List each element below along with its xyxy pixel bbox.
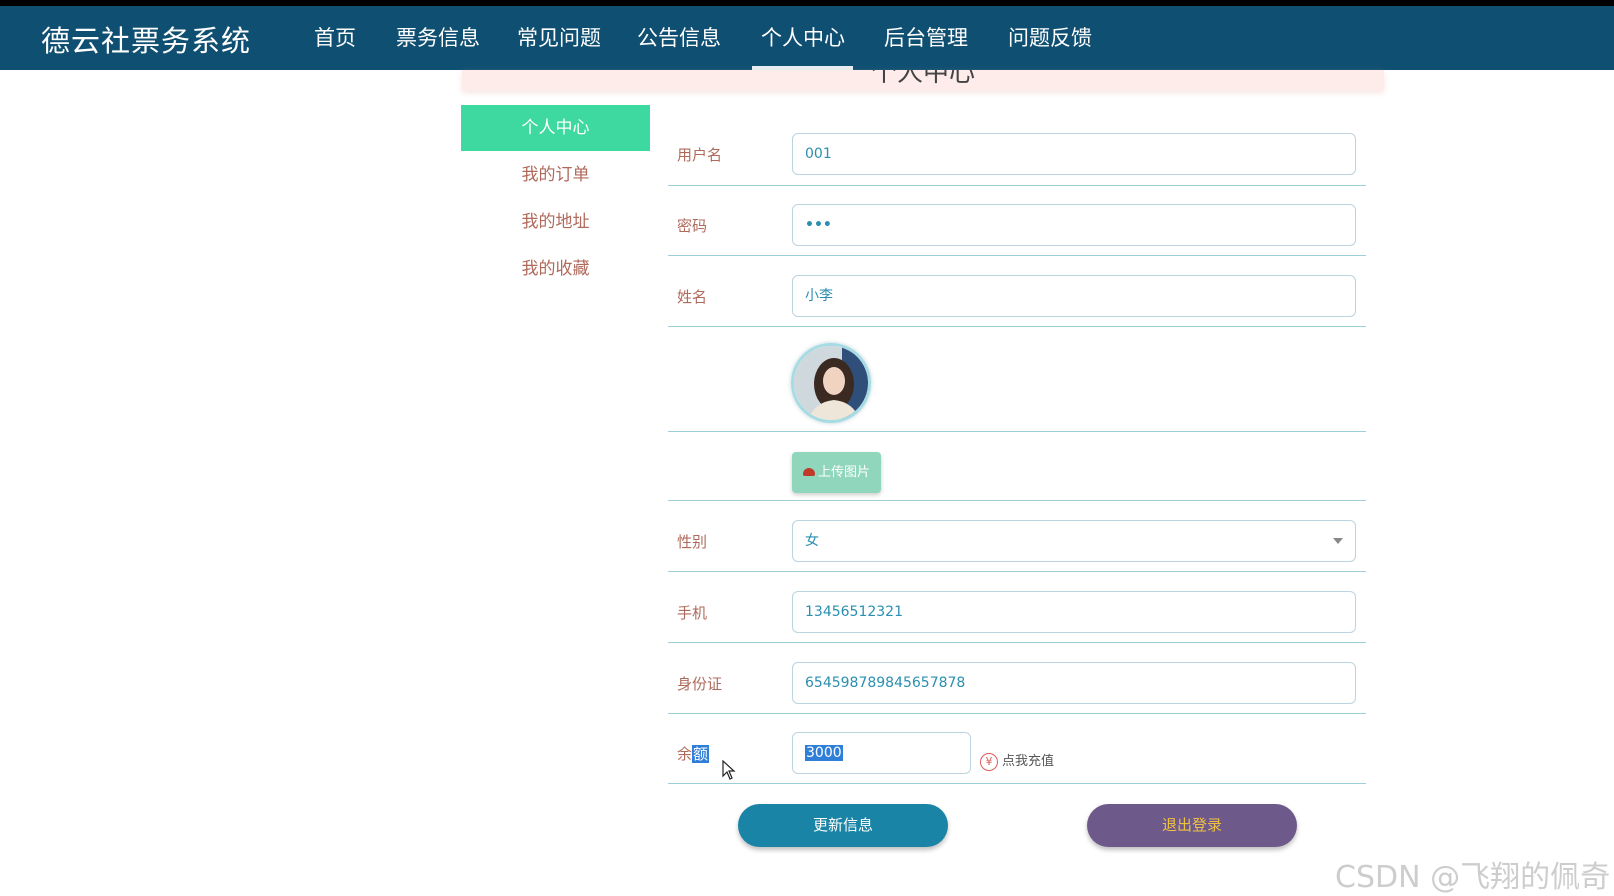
username-field[interactable]: 001 <box>792 133 1356 175</box>
gender-selected-value: 女 <box>805 533 819 549</box>
recharge-label: 点我充值 <box>1002 754 1055 769</box>
avatar-photo <box>794 346 868 420</box>
row-divider <box>668 185 1366 186</box>
username-label: 用户名 <box>677 146 723 164</box>
yen-coin-icon: ¥ <box>980 752 998 771</box>
update-info-button[interactable]: 更新信息 <box>738 804 948 847</box>
balance-value: 3000 <box>805 745 843 761</box>
nav-feedback[interactable]: 问题反馈 <box>1008 22 1092 52</box>
phone-label: 手机 <box>677 604 708 622</box>
name-field[interactable]: 小李 <box>792 275 1356 317</box>
row-divider <box>668 431 1366 432</box>
site-brand[interactable]: 德云社票务系统 <box>41 18 251 60</box>
row-divider <box>668 783 1366 784</box>
cloud-upload-icon <box>802 467 815 476</box>
nav-announcements[interactable]: 公告信息 <box>637 22 721 52</box>
avatar <box>791 343 871 423</box>
balance-label: 余额 <box>677 743 710 764</box>
sidebar-item-my-favorites[interactable]: 我的收藏 <box>461 246 650 292</box>
row-divider <box>668 642 1366 643</box>
balance-field[interactable]: 3000 <box>792 732 971 774</box>
balance-label-selected: 额 <box>692 745 710 763</box>
id-card-field[interactable]: 654598789845657878 <box>792 662 1356 704</box>
sidebar-item-my-orders[interactable]: 我的订单 <box>461 152 650 198</box>
nav-personal-center[interactable]: 个人中心 <box>761 22 845 52</box>
row-divider <box>668 326 1366 327</box>
chevron-down-icon <box>1333 538 1343 544</box>
recharge-link[interactable]: ¥ 点我充值 <box>980 750 1054 771</box>
id-card-label: 身份证 <box>677 675 723 693</box>
sidebar-item-my-address[interactable]: 我的地址 <box>461 199 650 245</box>
phone-field[interactable]: 13456512321 <box>792 591 1356 633</box>
nav-admin[interactable]: 后台管理 <box>884 22 968 52</box>
logout-button[interactable]: 退出登录 <box>1087 804 1297 847</box>
row-divider <box>668 255 1366 256</box>
balance-label-prefix: 余 <box>677 745 693 763</box>
nav-faq[interactable]: 常见问题 <box>517 22 601 52</box>
upload-image-button[interactable]: 上传图片 <box>792 452 881 493</box>
nav-home[interactable]: 首页 <box>314 22 356 52</box>
top-navbar: 德云社票务系统 首页 票务信息 常见问题 公告信息 个人中心 后台管理 问题反馈 <box>0 6 1614 70</box>
row-divider <box>668 500 1366 501</box>
gender-label: 性别 <box>677 533 708 551</box>
sidebar-item-personal-center[interactable]: 个人中心 <box>461 105 650 151</box>
row-divider <box>668 713 1366 714</box>
page-title: 个人中心 <box>870 70 975 88</box>
screen-frame: 德云社票务系统 首页 票务信息 常见问题 公告信息 个人中心 后台管理 问题反馈… <box>0 6 1614 896</box>
row-divider <box>668 571 1366 572</box>
nav-ticket-info[interactable]: 票务信息 <box>396 22 480 52</box>
gender-select[interactable]: 女 <box>792 520 1356 562</box>
name-label: 姓名 <box>677 288 708 306</box>
watermark-text: CSDN @飞翔的佩奇 <box>1335 860 1611 895</box>
password-label: 密码 <box>677 217 708 235</box>
upload-button-label: 上传图片 <box>817 465 870 480</box>
page-banner: 个人中心 <box>462 70 1384 90</box>
mouse-cursor-icon <box>722 760 736 780</box>
password-field[interactable]: ••• <box>792 204 1356 246</box>
